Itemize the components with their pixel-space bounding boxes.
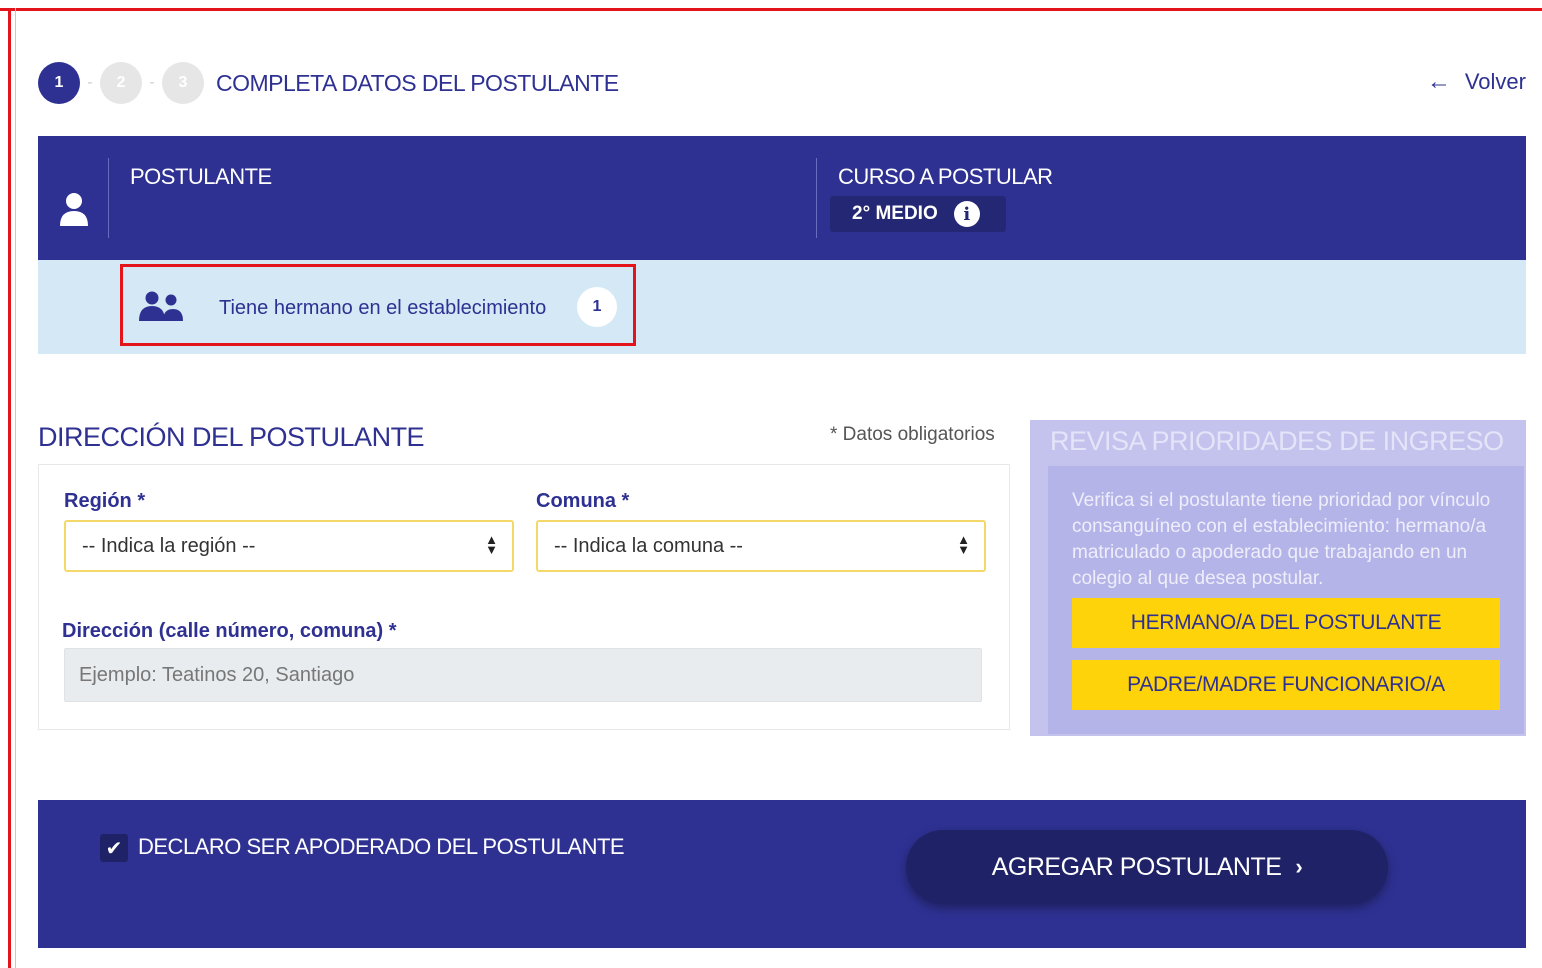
curso-value: 2° MEDIO (852, 203, 938, 224)
sibling-indicator: Tiene hermano en el establecimiento 1 (120, 264, 636, 346)
direccion-input[interactable] (64, 648, 982, 702)
user-icon (60, 193, 88, 226)
comuna-select[interactable]: -- Indica la comuna -- ▲ ▼ (536, 520, 986, 572)
back-link[interactable]: ← Volver (1427, 68, 1526, 96)
step-indicator: 1 - 2 - 3 COMPLETA DATOS DEL POSTULANTE (38, 62, 619, 104)
back-label: Volver (1464, 69, 1526, 94)
annotation-frame-left (8, 8, 11, 968)
required-note: * Datos obligatorios (830, 424, 995, 445)
divider (816, 158, 817, 238)
step-separator: - (87, 74, 93, 91)
arrow-left-icon: ← (1426, 68, 1451, 95)
declaration-checkbox[interactable]: ✔ (100, 834, 128, 862)
sibling-text: Tiene hermano en el establecimiento (219, 297, 547, 319)
add-applicant-button[interactable]: AGREGAR POSTULANTE › (906, 830, 1388, 904)
address-section-title: DIRECCIÓN DEL POSTULANTE (38, 422, 425, 452)
curso-badge: 2° MEDIO i (830, 196, 1006, 232)
comuna-select-value: -- Indica la comuna -- (554, 534, 743, 557)
info-icon[interactable]: i (953, 201, 980, 227)
region-select[interactable]: -- Indica la región -- ▲ ▼ (64, 520, 514, 572)
priorities-description: Verifica si el postulante tiene priorida… (1072, 490, 1491, 589)
add-applicant-label: AGREGAR POSTULANTE (991, 852, 1282, 881)
priorities-body: Verifica si el postulante tiene priorida… (1048, 466, 1524, 734)
sibling-priority-button[interactable]: HERMANO/A DEL POSTULANTE (1072, 598, 1500, 648)
region-select-value: -- Indica la región -- (82, 534, 256, 557)
region-label: Región * (64, 490, 146, 512)
parent-employee-button[interactable]: PADRE/MADRE FUNCIONARIO/A (1072, 660, 1500, 710)
footer-band: ✔ DECLARO SER APODERADO DEL POSTULANTE A… (38, 800, 1526, 948)
chevron-right-icon: › (1295, 854, 1303, 879)
sibling-count-badge: 1 (577, 287, 617, 327)
checkmark-icon: ✔ (105, 837, 123, 860)
sort-caret-icon: ▲ ▼ (957, 532, 970, 557)
curso-label: CURSO A POSTULAR (838, 164, 1053, 189)
page-title: COMPLETA DATOS DEL POSTULANTE (216, 69, 619, 96)
sort-caret-icon: ▲ ▼ (485, 532, 498, 557)
postulante-label: POSTULANTE (130, 164, 272, 189)
priorities-panel: REVISA PRIORIDADES DE INGRESO Verifica s… (1030, 420, 1526, 736)
applicant-header: POSTULANTE CURSO A POSTULAR 2° MEDIO i (38, 136, 1526, 260)
priorities-title: REVISA PRIORIDADES DE INGRESO (1050, 426, 1504, 456)
declaration-label: DECLARO SER APODERADO DEL POSTULANTE (138, 834, 625, 859)
direccion-label: Dirección (calle número, comuna) * (62, 620, 397, 642)
users-group-icon (139, 291, 183, 321)
annotation-frame-top (0, 8, 1542, 11)
step-separator: - (149, 74, 155, 91)
step-3: 3 (162, 62, 204, 104)
step-1[interactable]: 1 (38, 62, 80, 104)
comuna-label: Comuna * (536, 490, 630, 512)
divider (108, 158, 109, 238)
step-2: 2 (100, 62, 142, 104)
annotation-frame-left-inner (15, 8, 16, 968)
